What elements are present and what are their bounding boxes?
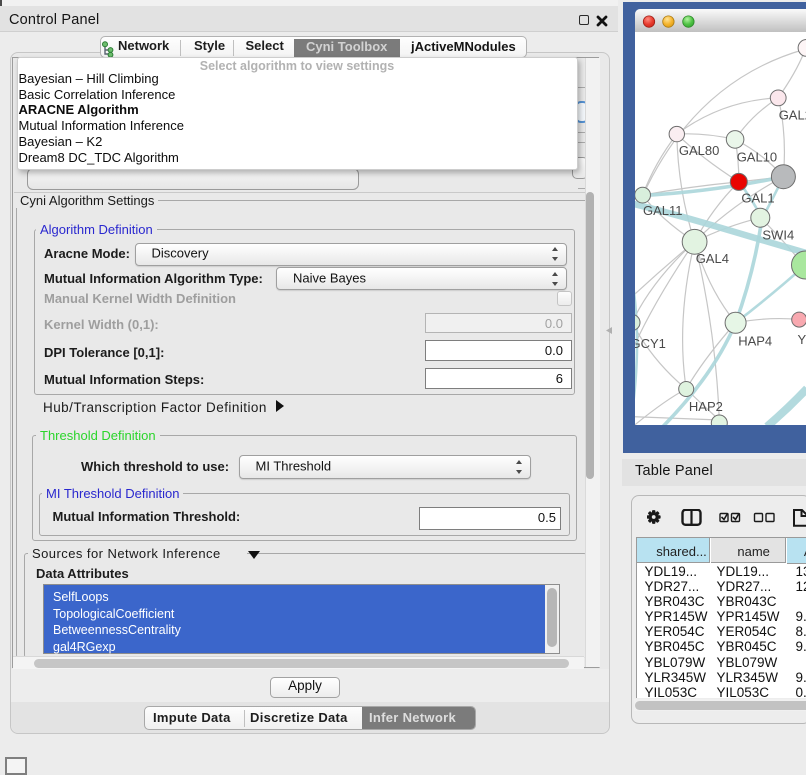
svg-text:HAP2: HAP2: [689, 399, 723, 414]
svg-text:GAL80: GAL80: [679, 143, 719, 158]
svg-text:HAP4: HAP4: [738, 333, 772, 348]
svg-text:GAL1: GAL1: [741, 190, 774, 205]
svg-text:GAL10: GAL10: [737, 149, 777, 164]
svg-text:GAL11: GAL11: [643, 203, 683, 218]
svg-text:GAL2: GAL2: [779, 107, 806, 122]
svg-text:GAL4: GAL4: [696, 250, 729, 265]
svg-text:GCY1: GCY1: [635, 336, 666, 351]
svg-text:Y: Y: [798, 331, 806, 346]
svg-text:SWI4: SWI4: [762, 227, 794, 242]
